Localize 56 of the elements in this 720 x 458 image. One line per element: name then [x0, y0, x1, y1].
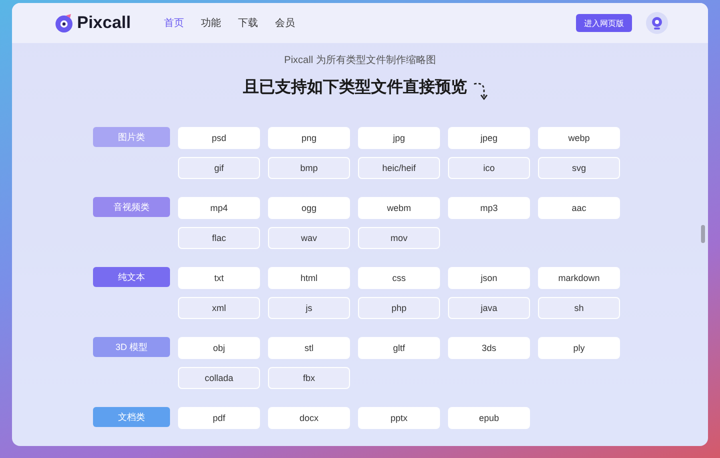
scrollbar-thumb[interactable]	[701, 225, 705, 243]
format-chip: jpeg	[448, 127, 530, 149]
format-chip: pptx	[358, 407, 440, 429]
nav-link[interactable]: 会员	[275, 16, 295, 30]
category-tag: 纯文本	[93, 267, 170, 287]
format-chip: svg	[538, 157, 620, 179]
logo-text: Pixcall	[77, 13, 131, 33]
format-chip: flac	[178, 227, 260, 249]
dashed-arrow-icon	[473, 81, 489, 101]
format-chip: obj	[178, 337, 260, 359]
format-chip: sh	[538, 297, 620, 319]
category-tag: 图片类	[93, 127, 170, 147]
format-chip: docx	[268, 407, 350, 429]
format-chip: wav	[268, 227, 350, 249]
format-chip: ico	[448, 157, 530, 179]
format-chip: bmp	[268, 157, 350, 179]
format-chip: markdown	[538, 267, 620, 289]
nav-link[interactable]: 下载	[238, 16, 258, 30]
format-chip: css	[358, 267, 440, 289]
logo-icon	[54, 13, 74, 33]
format-chip: webp	[538, 127, 620, 149]
format-chip: 3ds	[448, 337, 530, 359]
format-chip: jpg	[358, 127, 440, 149]
format-chip: fbx	[268, 367, 350, 389]
category-tag: 3D 模型	[93, 337, 170, 357]
format-chip: psd	[178, 127, 260, 149]
format-chip: mp4	[178, 197, 260, 219]
format-chip: epub	[448, 407, 530, 429]
format-chip: gif	[178, 157, 260, 179]
format-chip: collada	[178, 367, 260, 389]
page-title: 且已支持如下类型文件直接预览	[243, 77, 467, 98]
format-chip: stl	[268, 337, 350, 359]
format-chip: html	[268, 267, 350, 289]
format-chip: txt	[178, 267, 260, 289]
format-chip: java	[448, 297, 530, 319]
format-chip: mp3	[448, 197, 530, 219]
format-chip: pdf	[178, 407, 260, 429]
format-chip: gltf	[358, 337, 440, 359]
format-chip: webm	[358, 197, 440, 219]
format-chip: mov	[358, 227, 440, 249]
format-chip: heic/heif	[358, 157, 440, 179]
category-tag: 文档类	[93, 407, 170, 427]
category-tag: 音视频类	[93, 197, 170, 217]
format-chip: php	[358, 297, 440, 319]
nav-link[interactable]: 功能	[201, 16, 221, 30]
format-chip: ogg	[268, 197, 350, 219]
avatar-icon[interactable]	[646, 12, 668, 34]
subtitle: Pixcall 为所有类型文件制作缩略图	[283, 54, 437, 67]
format-chip: png	[268, 127, 350, 149]
format-chip: aac	[538, 197, 620, 219]
web-version-button[interactable]: 进入网页版	[576, 14, 632, 32]
format-chip: js	[268, 297, 350, 319]
format-chip: xml	[178, 297, 260, 319]
format-chip: ply	[538, 337, 620, 359]
nav-link[interactable]: 首页	[164, 16, 184, 30]
format-chip: json	[448, 267, 530, 289]
